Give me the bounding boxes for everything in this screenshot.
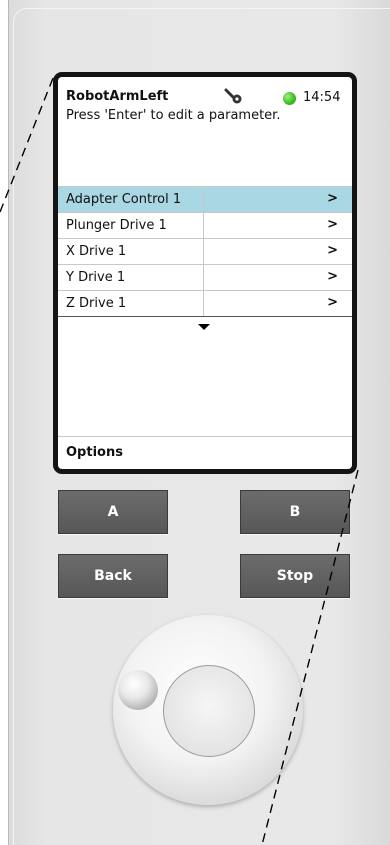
chevron-right-icon: > <box>327 191 338 206</box>
menu-divider <box>203 291 204 316</box>
chevron-right-icon: > <box>327 295 338 310</box>
chevron-right-icon: > <box>327 243 338 258</box>
options-label: Options <box>66 445 123 460</box>
menu-item-label: Z Drive 1 <box>66 296 127 311</box>
screen-bezel: RobotArmLeft 14:54 Press 'Enter' to edit… <box>53 72 357 474</box>
menu-divider <box>203 239 204 264</box>
status-led-icon <box>283 92 296 105</box>
menu-item-label: X Drive 1 <box>66 244 127 259</box>
menu-item-x-drive-1[interactable]: X Drive 1 > <box>58 238 352 264</box>
menu-divider <box>203 213 204 238</box>
options-softkey[interactable]: Options <box>58 436 352 469</box>
instruction-text: Press 'Enter' to edit a parameter. <box>66 108 281 123</box>
menu-item-label: Plunger Drive 1 <box>66 218 167 233</box>
menu-item-z-drive-1[interactable]: Z Drive 1 > <box>58 290 352 317</box>
b-button[interactable]: B <box>240 490 350 534</box>
menu-item-adapter-control-1[interactable]: Adapter Control 1 > <box>58 186 352 212</box>
menu-item-label: Adapter Control 1 <box>66 192 182 207</box>
menu-item-plunger-drive-1[interactable]: Plunger Drive 1 > <box>58 212 352 238</box>
back-button[interactable]: Back <box>58 554 168 598</box>
menu-item-label: Y Drive 1 <box>66 270 126 285</box>
dial-center-button[interactable] <box>163 665 255 757</box>
parameter-menu: Adapter Control 1 > Plunger Drive 1 > X … <box>58 186 352 317</box>
menu-divider <box>203 187 204 212</box>
chevron-right-icon: > <box>327 269 338 284</box>
stop-button[interactable]: Stop <box>240 554 350 598</box>
wrench-icon <box>224 88 242 104</box>
menu-item-y-drive-1[interactable]: Y Drive 1 > <box>58 264 352 290</box>
display-screen: RobotArmLeft 14:54 Press 'Enter' to edit… <box>58 77 352 469</box>
menu-divider <box>203 265 204 290</box>
clock: 14:54 <box>303 90 341 105</box>
a-button[interactable]: A <box>58 490 168 534</box>
jog-dial[interactable] <box>113 615 303 805</box>
scroll-down-icon[interactable] <box>198 324 210 330</box>
screen-title: RobotArmLeft <box>66 89 169 104</box>
chevron-right-icon: > <box>327 217 338 232</box>
dial-grip[interactable] <box>118 670 158 710</box>
